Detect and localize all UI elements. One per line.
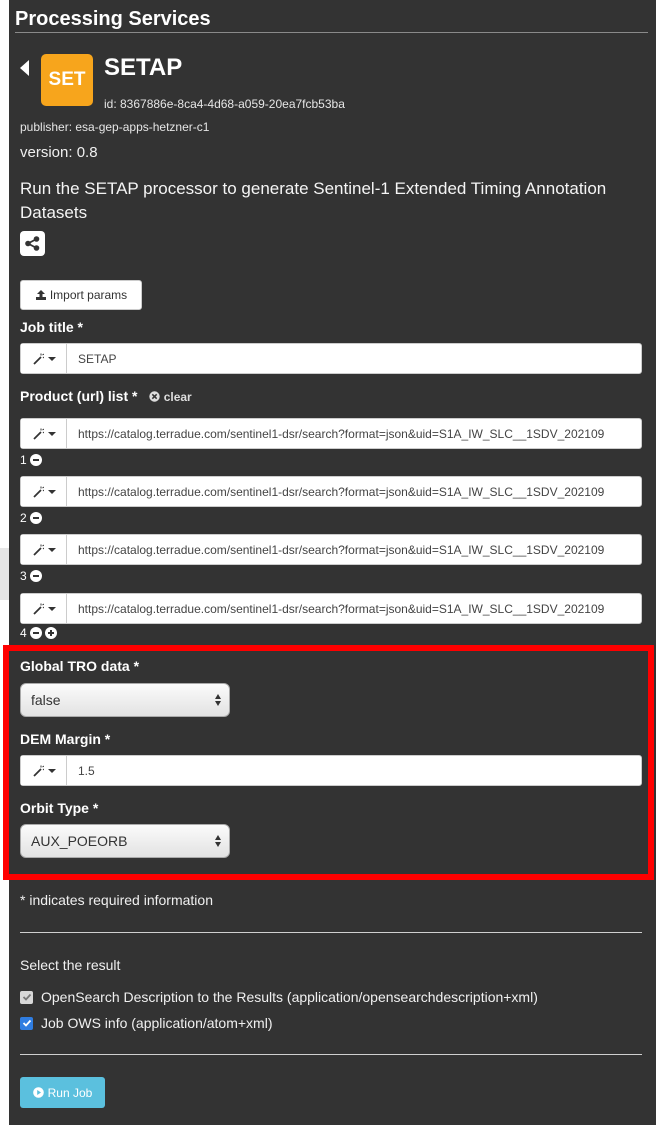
product-row-index: 2 xyxy=(20,511,42,525)
orbit-type-label: Orbit Type * xyxy=(20,800,99,816)
magic-wand-dropdown[interactable] xyxy=(21,477,67,506)
clear-circle-icon xyxy=(149,391,161,402)
chevron-down-icon xyxy=(47,489,56,494)
share-button[interactable] xyxy=(20,231,45,256)
share-icon xyxy=(25,236,40,251)
required-note: * indicates required information xyxy=(20,892,213,908)
select-result-title: Select the result xyxy=(20,957,121,973)
row-number: 4 xyxy=(20,626,27,640)
orbit-type-value: AUX_POEORB xyxy=(31,833,128,849)
orbit-type-select[interactable]: AUX_POEORB xyxy=(20,824,230,858)
magic-wand-icon xyxy=(32,428,44,440)
product-url-input[interactable]: https://catalog.terradue.com/sentinel1-d… xyxy=(67,594,641,623)
run-job-button[interactable]: Run Job xyxy=(20,1077,105,1108)
product-url-group: https://catalog.terradue.com/sentinel1-d… xyxy=(20,476,642,507)
opensearch-option-label: OpenSearch Description to the Results (a… xyxy=(41,989,538,1005)
product-url-input[interactable]: https://catalog.terradue.com/sentinel1-d… xyxy=(67,477,641,506)
remove-row-icon[interactable] xyxy=(29,627,42,639)
magic-wand-icon xyxy=(32,603,44,615)
back-arrow-icon[interactable] xyxy=(20,60,29,76)
panel-title: Processing Services xyxy=(15,8,211,30)
chevron-down-icon xyxy=(47,356,56,361)
magic-wand-dropdown[interactable] xyxy=(21,594,67,623)
run-job-label: Run Job xyxy=(47,1085,93,1100)
app-description: Run the SETAP processor to generate Sent… xyxy=(20,179,607,222)
dem-margin-input[interactable]: 1.5 xyxy=(67,756,641,785)
product-row-index: 4 xyxy=(20,626,57,640)
section-divider xyxy=(20,932,642,933)
row-number: 1 xyxy=(20,453,27,467)
product-list-label-text: Product (url) list * xyxy=(20,388,138,404)
checkmark-icon xyxy=(22,993,31,1001)
page-edge-strip xyxy=(0,548,9,600)
chevron-down-icon xyxy=(47,547,56,552)
product-url-group: https://catalog.terradue.com/sentinel1-d… xyxy=(20,593,642,624)
import-params-label: Import params xyxy=(49,288,128,302)
checkmark-icon xyxy=(22,1019,31,1027)
global-tro-select[interactable]: false xyxy=(20,683,230,717)
row-number: 2 xyxy=(20,511,27,525)
magic-wand-icon xyxy=(32,765,44,777)
select-arrows-icon xyxy=(215,694,221,706)
result-option: OpenSearch Description to the Results (a… xyxy=(20,989,538,1005)
product-row-index: 3 xyxy=(20,569,42,583)
remove-row-icon[interactable] xyxy=(29,454,42,466)
app-logo: SET xyxy=(41,54,93,106)
magic-wand-icon xyxy=(32,544,44,556)
remove-row-icon[interactable] xyxy=(29,570,42,582)
clear-link[interactable]: clear xyxy=(149,390,192,404)
clear-label: clear xyxy=(163,390,192,404)
import-params-button[interactable]: Import params xyxy=(20,280,142,310)
job-title-label: Job title * xyxy=(20,319,84,335)
result-option: Job OWS info (application/atom+xml) xyxy=(20,1015,272,1031)
remove-row-icon[interactable] xyxy=(29,512,42,524)
product-url-input[interactable]: https://catalog.terradue.com/sentinel1-d… xyxy=(67,535,641,564)
global-tro-value: false xyxy=(31,692,61,708)
row-number: 3 xyxy=(20,569,27,583)
job-title-group: SETAP xyxy=(20,343,642,374)
app-id: id: 8367886e-8ca4-4d68-a059-20ea7fcb53ba xyxy=(104,97,345,111)
product-url-group: https://catalog.terradue.com/sentinel1-d… xyxy=(20,418,642,449)
app-version: version: 0.8 xyxy=(20,144,98,161)
magic-wand-icon xyxy=(32,486,44,498)
dem-margin-group: 1.5 xyxy=(20,755,642,786)
product-url-input[interactable]: https://catalog.terradue.com/sentinel1-d… xyxy=(67,419,641,448)
job-ows-checkbox[interactable] xyxy=(20,1016,33,1030)
job-title-input[interactable]: SETAP xyxy=(67,344,641,373)
magic-wand-dropdown[interactable] xyxy=(21,419,67,448)
opensearch-checkbox[interactable] xyxy=(20,990,33,1004)
magic-wand-dropdown[interactable] xyxy=(21,756,67,785)
product-row-index: 1 xyxy=(20,453,42,467)
job-ows-option-label: Job OWS info (application/atom+xml) xyxy=(41,1015,273,1031)
global-tro-label: Global TRO data * xyxy=(20,658,140,674)
play-circle-icon xyxy=(32,1087,44,1098)
chevron-down-icon xyxy=(47,431,56,436)
header-divider xyxy=(15,32,648,33)
processing-panel: Processing Services SET SETAP id: 836788… xyxy=(3,0,656,1125)
app-name: SETAP xyxy=(104,54,183,81)
product-list-label: Product (url) list * clear xyxy=(20,388,192,404)
dem-margin-label: DEM Margin * xyxy=(20,731,111,747)
upload-icon xyxy=(35,290,46,300)
chevron-down-icon xyxy=(47,768,56,773)
app-publisher: publisher: esa-gep-apps-hetzner-c1 xyxy=(20,120,210,134)
product-url-group: https://catalog.terradue.com/sentinel1-d… xyxy=(20,534,642,565)
chevron-down-icon xyxy=(47,606,56,611)
magic-wand-icon xyxy=(32,353,44,365)
section-divider xyxy=(20,1054,642,1055)
magic-wand-dropdown[interactable] xyxy=(21,344,67,373)
add-row-icon[interactable] xyxy=(44,627,57,639)
magic-wand-dropdown[interactable] xyxy=(21,535,67,564)
select-arrows-icon xyxy=(215,835,221,847)
